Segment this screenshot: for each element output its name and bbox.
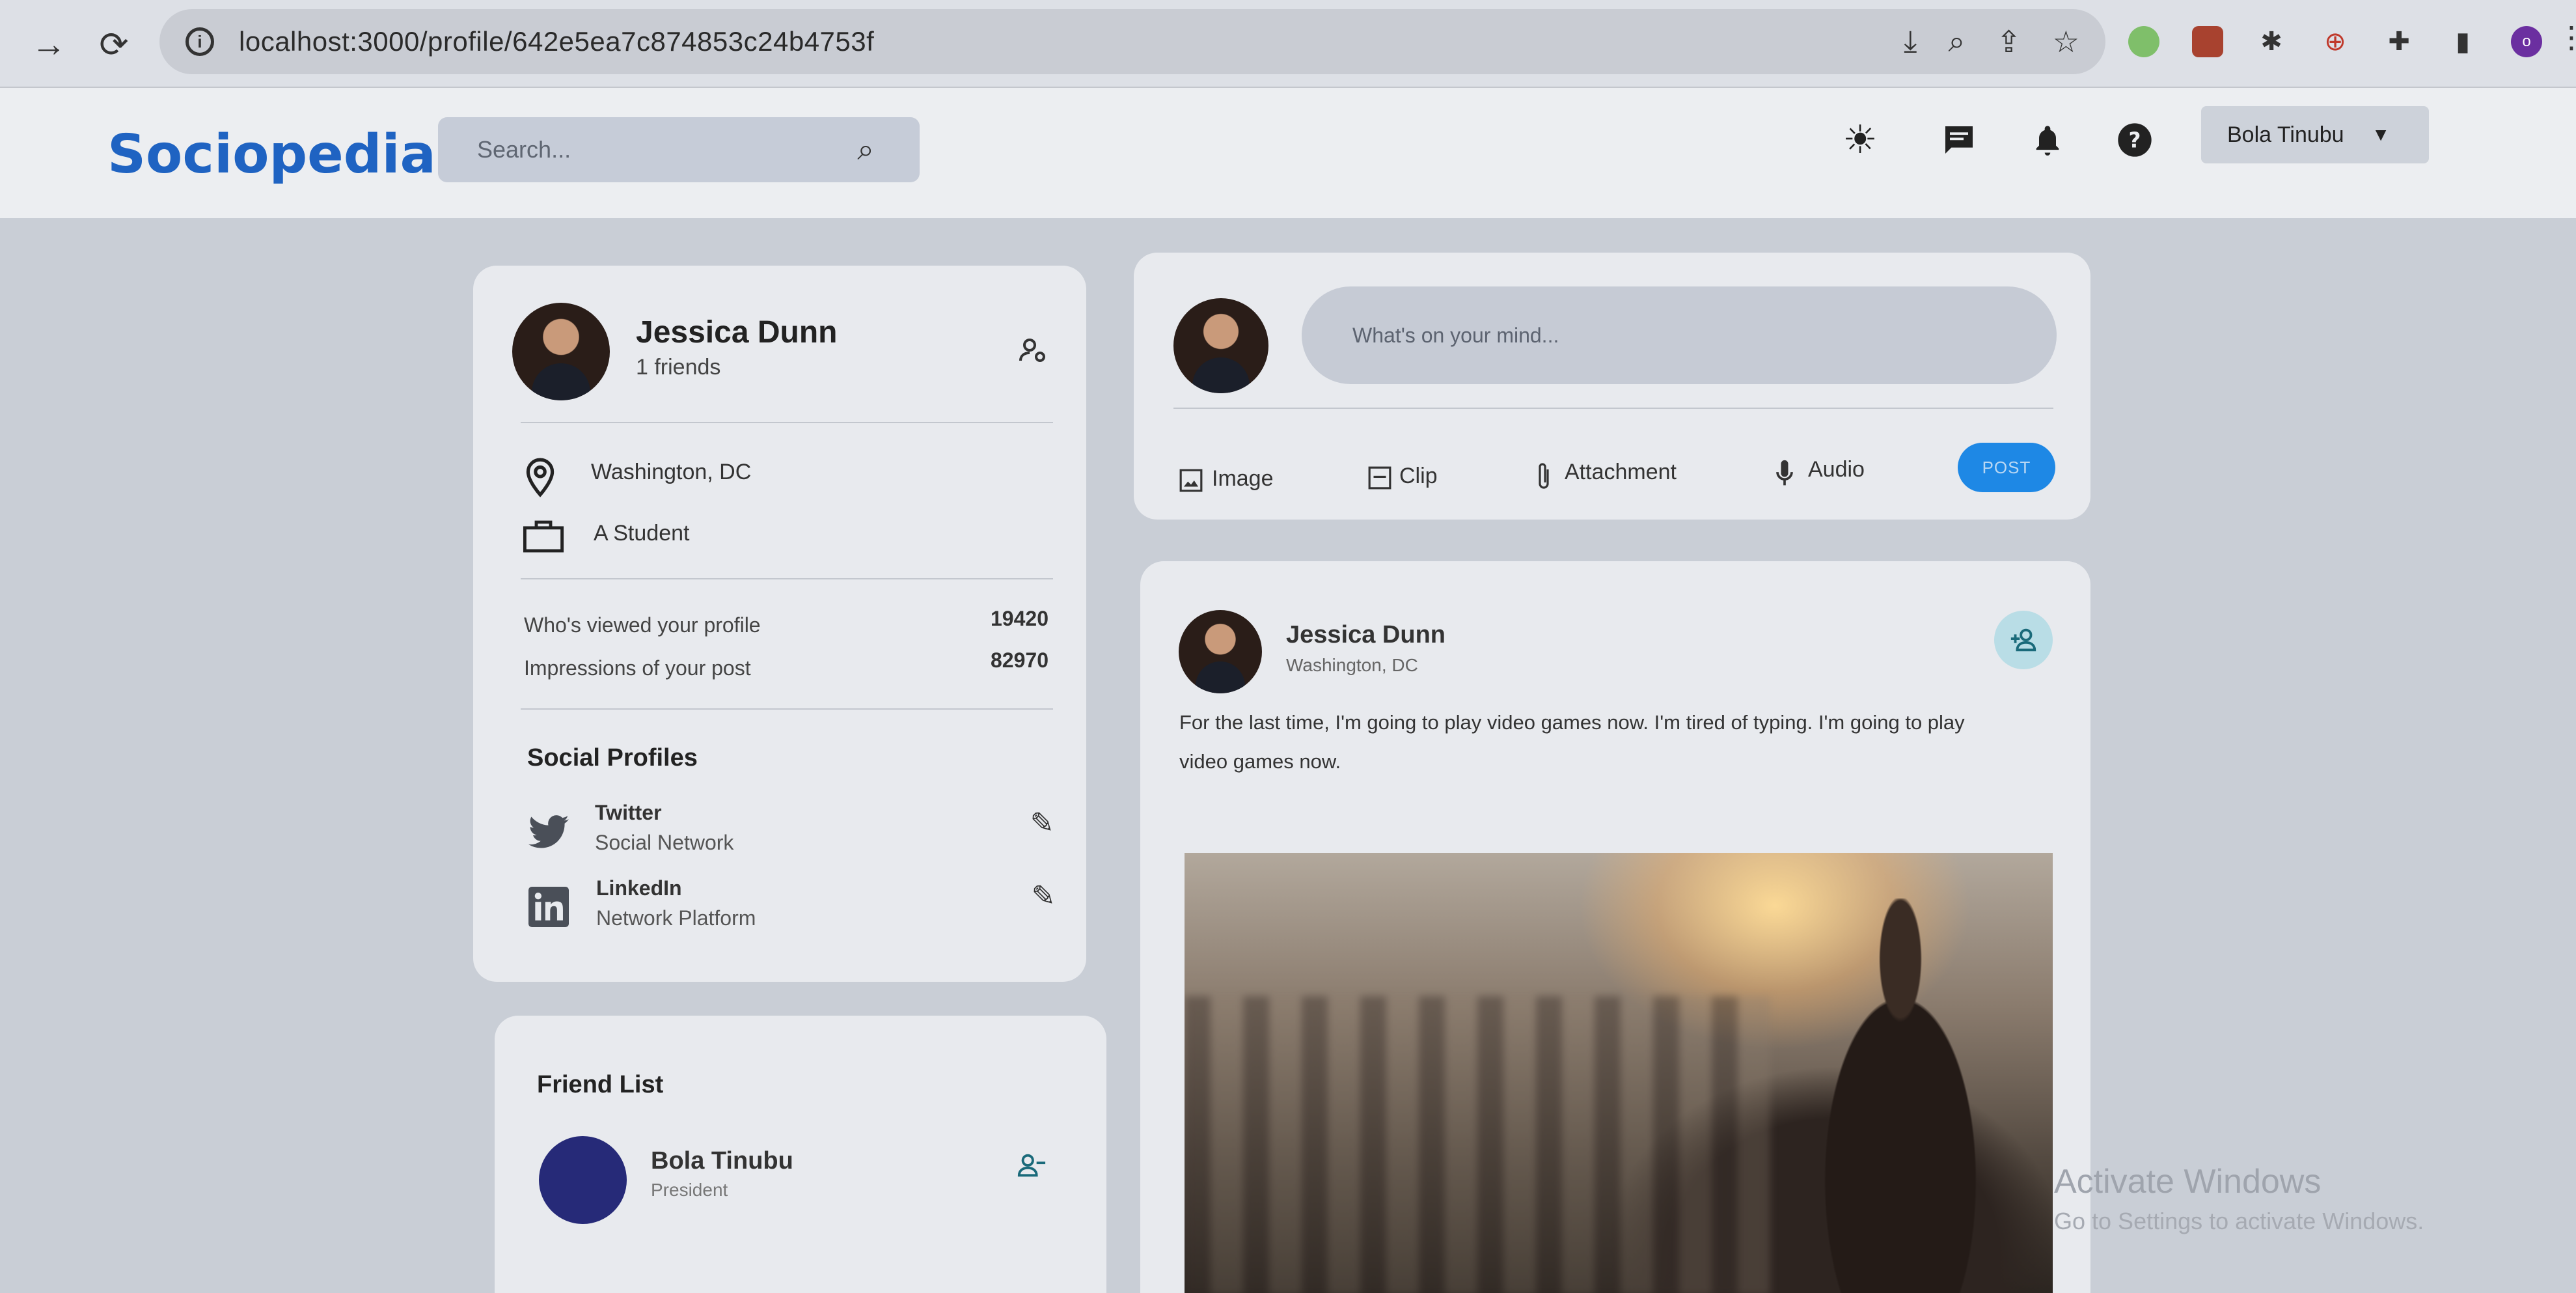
chevron-down-icon: ▼ bbox=[2372, 124, 2390, 145]
extension-bug-icon[interactable]: ✱ bbox=[2256, 26, 2287, 57]
user-select-value: Bola Tinubu bbox=[2227, 122, 2344, 147]
profile-views-label: Who's viewed your profile bbox=[524, 613, 761, 637]
logo[interactable]: Sociopedia bbox=[107, 124, 436, 186]
zoom-icon[interactable]: ⌕ bbox=[1948, 23, 1965, 60]
crowd-blur bbox=[1185, 996, 1770, 1293]
extension-h-icon[interactable]: ⊕ bbox=[2320, 26, 2351, 57]
user-select[interactable]: Bola Tinubu ▼ bbox=[2201, 106, 2429, 163]
edit-linkedin-icon[interactable]: ✎ bbox=[1025, 878, 1062, 914]
search-box: ⌕ bbox=[438, 117, 920, 182]
browser-menu-icon[interactable]: ⋮ bbox=[2556, 20, 2576, 55]
post-text-line-2: video games now. bbox=[1179, 750, 1341, 773]
post-input[interactable]: What's on your mind... bbox=[1302, 286, 2057, 384]
social-name-linkedin: LinkedIn bbox=[596, 876, 682, 900]
person-add-icon bbox=[2010, 628, 2036, 652]
message-icon[interactable] bbox=[1933, 114, 1985, 166]
attachment-icon[interactable] bbox=[1529, 460, 1558, 495]
divider bbox=[521, 708, 1053, 710]
address-bar[interactable]: i localhost:3000/profile/642e5ea7c874853… bbox=[159, 9, 2105, 74]
user-avatar[interactable] bbox=[512, 303, 610, 400]
browser-toolbar: → ⟳ i localhost:3000/profile/642e5ea7c87… bbox=[0, 0, 2576, 88]
divider bbox=[521, 578, 1053, 579]
post-button[interactable]: POST bbox=[1958, 443, 2055, 492]
post-author-avatar[interactable] bbox=[1179, 610, 1262, 693]
location-icon bbox=[521, 456, 560, 499]
composer-audio-label[interactable]: Audio bbox=[1808, 457, 1865, 482]
profile-views-value: 19420 bbox=[991, 607, 1048, 630]
post-image bbox=[1185, 853, 2053, 1293]
friend-avatar[interactable] bbox=[539, 1136, 627, 1224]
svg-text:?: ? bbox=[2129, 128, 2141, 153]
app-navbar: Sociopedia ⌕ ☀ ? Bola Tinubu ▼ bbox=[0, 88, 2576, 218]
microphone-icon[interactable] bbox=[1772, 457, 1798, 490]
user-name[interactable]: Jessica Dunn bbox=[636, 314, 837, 350]
composer-attachment-label[interactable]: Attachment bbox=[1565, 460, 1677, 485]
image-icon[interactable] bbox=[1177, 466, 1205, 495]
friend-subtitle: President bbox=[651, 1180, 728, 1200]
divider bbox=[521, 422, 1053, 423]
bookmark-star-icon[interactable]: ☆ bbox=[2053, 24, 2079, 59]
browser-profile-avatar[interactable]: o bbox=[2511, 26, 2542, 57]
social-sub-linkedin: Network Platform bbox=[596, 906, 756, 930]
reload-icon[interactable]: ⟳ bbox=[88, 18, 140, 70]
twitter-icon bbox=[526, 813, 571, 852]
social-sub-twitter: Social Network bbox=[595, 831, 734, 854]
post-text-line-1: For the last time, I'm going to play vid… bbox=[1179, 711, 1965, 734]
add-friend-button[interactable] bbox=[1994, 611, 2053, 669]
url-text: localhost:3000/profile/642e5ea7c874853c2… bbox=[239, 26, 875, 57]
side-panel-icon[interactable]: ▮ bbox=[2447, 26, 2478, 57]
post-author-location: Washington, DC bbox=[1286, 655, 1418, 675]
work-icon bbox=[521, 518, 566, 555]
social-name-twitter: Twitter bbox=[595, 801, 662, 824]
woman-silhouette bbox=[1783, 898, 2018, 1293]
search-icon[interactable]: ⌕ bbox=[857, 132, 874, 168]
linkedin-icon bbox=[527, 885, 570, 928]
site-info-icon[interactable]: i bbox=[185, 27, 214, 56]
friend-name[interactable]: Bola Tinubu bbox=[651, 1147, 793, 1175]
impressions-value: 82970 bbox=[991, 648, 1048, 672]
edit-twitter-icon[interactable]: ✎ bbox=[1024, 805, 1060, 841]
install-icon[interactable]: ⤓ bbox=[1904, 23, 1917, 60]
search-input[interactable] bbox=[477, 136, 815, 163]
composer-avatar bbox=[1173, 298, 1268, 393]
user-occupation: A Student bbox=[594, 521, 690, 546]
activate-windows-subtitle: Go to Settings to activate Windows. bbox=[2054, 1208, 2424, 1234]
remove-friend-icon[interactable] bbox=[1012, 1146, 1051, 1185]
impressions-label: Impressions of your post bbox=[524, 656, 751, 680]
social-profiles-title: Social Profiles bbox=[527, 744, 698, 772]
extension-color-icon[interactable] bbox=[2128, 26, 2159, 57]
friend-list-title: Friend List bbox=[537, 1071, 664, 1098]
notifications-icon[interactable] bbox=[2021, 114, 2074, 166]
share-icon[interactable]: ⇪ bbox=[1996, 24, 2021, 59]
composer-image-label[interactable]: Image bbox=[1212, 466, 1274, 492]
manage-accounts-icon[interactable] bbox=[1014, 331, 1053, 370]
extensions-puzzle-icon[interactable]: ✚ bbox=[2383, 26, 2415, 57]
post-author-name[interactable]: Jessica Dunn bbox=[1286, 621, 1446, 649]
divider bbox=[1173, 408, 2053, 409]
composer-clip-label[interactable]: Clip bbox=[1399, 464, 1438, 489]
clip-icon[interactable] bbox=[1365, 464, 1394, 492]
user-location: Washington, DC bbox=[591, 460, 752, 484]
user-friends-count: 1 friends bbox=[636, 355, 721, 380]
forward-icon[interactable]: → bbox=[23, 18, 75, 70]
activate-windows-title: Activate Windows bbox=[2054, 1163, 2322, 1201]
help-icon[interactable]: ? bbox=[2109, 114, 2161, 166]
extension-image-icon[interactable] bbox=[2192, 26, 2223, 57]
light-mode-icon[interactable]: ☀ bbox=[1834, 114, 1886, 166]
